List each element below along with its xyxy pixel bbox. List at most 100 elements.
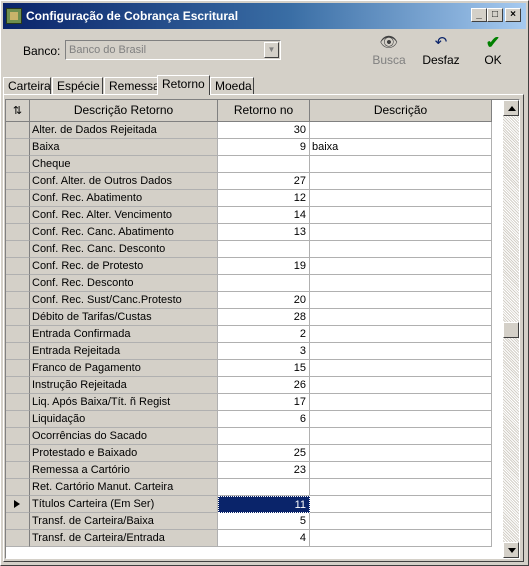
desfaz-button[interactable]: ↶ Desfaz (419, 33, 463, 71)
cell-retorno-banco[interactable]: 19 (218, 258, 310, 275)
table-row[interactable]: Ocorrências do Sacado (6, 428, 492, 445)
table-row[interactable]: Conf. Rec. Alter. Vencimento 14 (6, 207, 492, 224)
cell-retorno-banco[interactable]: 20 (218, 292, 310, 309)
cell-descricao[interactable] (310, 122, 492, 139)
cell-retorno-banco[interactable] (218, 428, 310, 445)
row-indicator[interactable] (6, 360, 30, 377)
cell-descricao-retorno[interactable]: Conf. Rec. Canc. Abatimento (30, 224, 218, 241)
table-row[interactable]: Entrada Rejeitada 3 (6, 343, 492, 360)
table-row[interactable]: Liquidação 6 (6, 411, 492, 428)
cell-descricao[interactable] (310, 343, 492, 360)
row-indicator[interactable] (6, 190, 30, 207)
row-indicator[interactable] (6, 241, 30, 258)
table-row[interactable]: Protestado e Baixado 25 (6, 445, 492, 462)
cell-retorno-banco[interactable]: 25 (218, 445, 310, 462)
cell-descricao-retorno[interactable]: Transf. de Carteira/Baixa (30, 513, 218, 530)
row-indicator[interactable] (6, 258, 30, 275)
row-indicator[interactable] (6, 275, 30, 292)
cell-descricao[interactable] (310, 326, 492, 343)
chevron-down-icon[interactable]: ▼ (264, 42, 279, 58)
cell-retorno-banco[interactable]: 28 (218, 309, 310, 326)
cell-descricao[interactable] (310, 411, 492, 428)
row-indicator[interactable] (6, 428, 30, 445)
cell-descricao-retorno[interactable]: Conf. Rec. Abatimento (30, 190, 218, 207)
minimize-button[interactable]: _ (471, 8, 487, 22)
scroll-up-button[interactable] (503, 100, 519, 116)
table-row[interactable]: Conf. Rec. Desconto (6, 275, 492, 292)
grid-corner[interactable]: ⇅ (6, 100, 30, 122)
table-row[interactable]: Baixa 9 baixa (6, 139, 492, 156)
scroll-down-button[interactable] (503, 542, 519, 558)
cell-descricao[interactable] (310, 530, 492, 547)
cell-descricao[interactable] (310, 479, 492, 496)
cell-descricao[interactable] (310, 224, 492, 241)
row-indicator[interactable] (6, 207, 30, 224)
cell-retorno-banco[interactable] (218, 275, 310, 292)
cell-descricao[interactable] (310, 292, 492, 309)
row-indicator[interactable] (6, 343, 30, 360)
row-indicator[interactable] (6, 292, 30, 309)
row-indicator[interactable] (6, 309, 30, 326)
cell-descricao-retorno[interactable]: Entrada Confirmada (30, 326, 218, 343)
cell-descricao[interactable] (310, 207, 492, 224)
cell-retorno-banco[interactable]: 15 (218, 360, 310, 377)
cell-descricao-retorno[interactable]: Conf. Rec. de Protesto (30, 258, 218, 275)
cell-descricao-retorno[interactable]: Cheque (30, 156, 218, 173)
cell-retorno-banco[interactable]: 5 (218, 513, 310, 530)
busca-button[interactable]: 👁 Busca (367, 33, 411, 71)
row-indicator[interactable] (6, 139, 30, 156)
cell-descricao[interactable]: baixa (310, 139, 492, 156)
table-row[interactable]: Conf. Rec. Canc. Abatimento 13 (6, 224, 492, 241)
retorno-grid[interactable]: ⇅ Descrição Retorno Retorno no Banco Des… (5, 99, 520, 559)
cell-retorno-banco[interactable]: 11 (218, 496, 310, 513)
cell-descricao[interactable] (310, 241, 492, 258)
app-icon[interactable] (6, 8, 22, 24)
banco-select[interactable]: Banco do Brasil ▼ (65, 40, 281, 60)
table-row[interactable]: Conf. Alter. de Outros Dados 27 (6, 173, 492, 190)
row-indicator[interactable] (6, 326, 30, 343)
table-row[interactable]: Débito de Tarifas/Custas 28 (6, 309, 492, 326)
tab-retorno[interactable]: Retorno (157, 75, 210, 95)
row-indicator[interactable] (6, 411, 30, 428)
vertical-scrollbar[interactable] (503, 100, 519, 558)
close-button[interactable]: × (505, 8, 521, 22)
table-row[interactable]: Títulos Carteira (Em Ser) 11 (6, 496, 492, 513)
cell-retorno-banco[interactable]: 30 (218, 122, 310, 139)
cell-descricao-retorno[interactable]: Remessa a Cartório (30, 462, 218, 479)
cell-descricao-retorno[interactable]: Ocorrências do Sacado (30, 428, 218, 445)
table-row[interactable]: Conf. Rec. de Protesto 19 (6, 258, 492, 275)
cell-retorno-banco[interactable]: 26 (218, 377, 310, 394)
table-row[interactable]: Transf. de Carteira/Baixa 5 (6, 513, 492, 530)
cell-retorno-banco[interactable] (218, 156, 310, 173)
cell-descricao[interactable] (310, 496, 492, 513)
column-header-descricao-retorno[interactable]: Descrição Retorno (30, 100, 218, 122)
row-indicator[interactable] (6, 445, 30, 462)
cell-descricao[interactable] (310, 360, 492, 377)
cell-retorno-banco[interactable]: 23 (218, 462, 310, 479)
cell-descricao[interactable] (310, 462, 492, 479)
table-row[interactable]: Ret. Cartório Manut. Carteira (6, 479, 492, 496)
table-row[interactable]: Conf. Rec. Sust/Canc.Protesto 20 (6, 292, 492, 309)
row-indicator[interactable] (6, 173, 30, 190)
table-row[interactable]: Alter. de Dados Rejeitada 30 (6, 122, 492, 139)
table-row[interactable]: Remessa a Cartório 23 (6, 462, 492, 479)
cell-descricao[interactable] (310, 428, 492, 445)
cell-descricao[interactable] (310, 394, 492, 411)
maximize-button[interactable]: □ (487, 8, 503, 22)
title-bar[interactable]: Configuração de Cobrança Escritural _ □ … (3, 3, 526, 29)
row-indicator[interactable] (6, 156, 30, 173)
cell-descricao-retorno[interactable]: Títulos Carteira (Em Ser) (30, 496, 218, 513)
cell-retorno-banco[interactable]: 6 (218, 411, 310, 428)
row-indicator[interactable] (6, 513, 30, 530)
cell-descricao[interactable] (310, 190, 492, 207)
table-row[interactable]: Conf. Rec. Canc. Desconto (6, 241, 492, 258)
cell-descricao[interactable] (310, 445, 492, 462)
row-indicator[interactable] (6, 479, 30, 496)
cell-descricao-retorno[interactable]: Conf. Alter. de Outros Dados (30, 173, 218, 190)
cell-descricao-retorno[interactable]: Conf. Rec. Desconto (30, 275, 218, 292)
cell-descricao[interactable] (310, 258, 492, 275)
column-header-retorno-banco[interactable]: Retorno no Banco (218, 100, 310, 138)
cell-descricao[interactable] (310, 513, 492, 530)
cell-descricao[interactable] (310, 173, 492, 190)
cell-descricao-retorno[interactable]: Baixa (30, 139, 218, 156)
